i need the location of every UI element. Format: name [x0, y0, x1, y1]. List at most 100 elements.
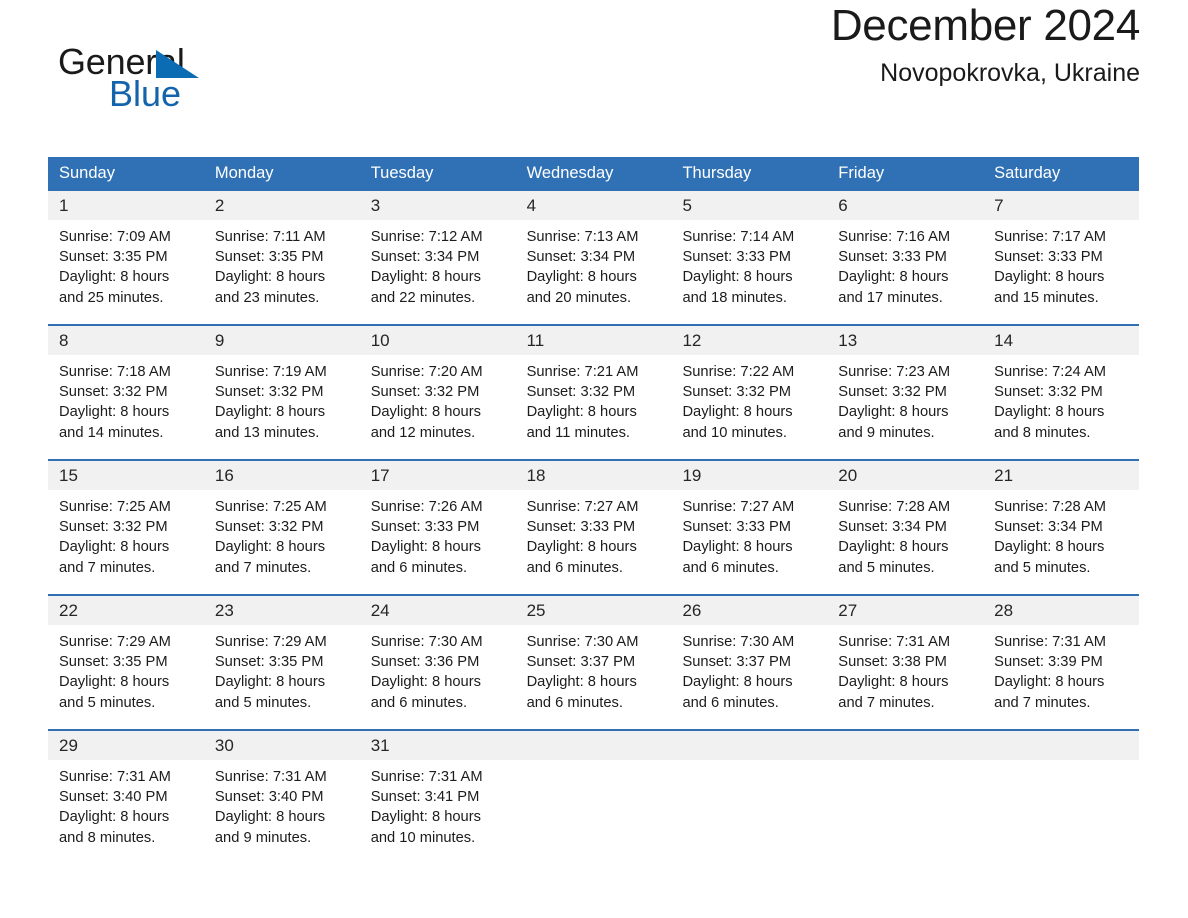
- day-number[interactable]: 26: [671, 596, 827, 625]
- day-cell[interactable]: Sunrise: 7:30 AM Sunset: 3:37 PM Dayligh…: [516, 625, 672, 729]
- day-cell[interactable]: Sunrise: 7:31 AM Sunset: 3:40 PM Dayligh…: [48, 760, 204, 864]
- daylight-text-line1: Daylight: 8 hours: [370, 404, 481, 421]
- daylight-text-line2: and 6 minutes.: [526, 559, 623, 576]
- weekday-header-thursday: Thursday: [682, 164, 752, 182]
- day-number[interactable]: 3: [360, 191, 516, 220]
- day-cell[interactable]: Sunrise: 7:21 AM Sunset: 3:32 PM Dayligh…: [516, 355, 672, 459]
- day-cell[interactable]: Sunrise: 7:16 AM Sunset: 3:33 PM Dayligh…: [827, 220, 983, 324]
- sunset-text: Sunset: 3:32 PM: [838, 384, 947, 401]
- sunset-text: Sunset: 3:35 PM: [59, 654, 168, 671]
- daylight-text-line2: and 5 minutes.: [59, 694, 156, 711]
- sunset-text: Sunset: 3:32 PM: [526, 384, 636, 401]
- weekday-header-sunday: Sunday: [59, 164, 115, 182]
- sunset-text: Sunset: 3:33 PM: [682, 519, 792, 536]
- day-number[interactable]: 7: [983, 191, 1139, 220]
- day-number[interactable]: 6: [827, 191, 983, 220]
- day-number[interactable]: 23: [204, 596, 360, 625]
- sunrise-text: Sunrise: 7:29 AM: [214, 634, 327, 650]
- day-cell[interactable]: Sunrise: 7:12 AM Sunset: 3:34 PM Dayligh…: [360, 220, 516, 324]
- day-cell[interactable]: Sunrise: 7:31 AM Sunset: 3:39 PM Dayligh…: [983, 625, 1139, 729]
- day-cell[interactable]: Sunrise: 7:28 AM Sunset: 3:34 PM Dayligh…: [827, 490, 983, 594]
- day-cell[interactable]: Sunrise: 7:09 AM Sunset: 3:35 PM Dayligh…: [48, 220, 204, 324]
- day-number[interactable]: 10: [360, 326, 516, 355]
- sunrise-text: Sunrise: 7:23 AM: [838, 364, 951, 380]
- day-cell[interactable]: Sunrise: 7:24 AM Sunset: 3:32 PM Dayligh…: [983, 355, 1139, 459]
- day-number[interactable]: 30: [204, 731, 360, 760]
- day-number[interactable]: 16: [204, 461, 360, 490]
- day-number[interactable]: 29: [48, 731, 204, 760]
- sunset-text: Sunset: 3:34 PM: [370, 249, 480, 266]
- day-number[interactable]: 24: [360, 596, 516, 625]
- day-cell[interactable]: Sunrise: 7:17 AM Sunset: 3:33 PM Dayligh…: [983, 220, 1139, 324]
- day-number[interactable]: 11: [516, 326, 672, 355]
- day-number[interactable]: 2: [204, 191, 360, 220]
- day-number[interactable]: 17: [360, 461, 516, 490]
- day-cell[interactable]: Sunrise: 7:30 AM Sunset: 3:37 PM Dayligh…: [671, 625, 827, 729]
- sunset-text: Sunset: 3:35 PM: [59, 249, 168, 266]
- day-cell[interactable]: Sunrise: 7:28 AM Sunset: 3:34 PM Dayligh…: [983, 490, 1139, 594]
- day-cell[interactable]: Sunrise: 7:18 AM Sunset: 3:32 PM Dayligh…: [48, 355, 204, 459]
- daylight-text-line1: Daylight: 8 hours: [526, 404, 637, 421]
- daylight-text-line2: and 22 minutes.: [370, 289, 476, 306]
- day-cell[interactable]: Sunrise: 7:31 AM Sunset: 3:41 PM Dayligh…: [360, 760, 516, 864]
- day-number[interactable]: 14: [983, 326, 1139, 355]
- day-number[interactable]: 25: [516, 596, 672, 625]
- day-cell[interactable]: Sunrise: 7:14 AM Sunset: 3:33 PM Dayligh…: [671, 220, 827, 324]
- day-cell[interactable]: Sunrise: 7:31 AM Sunset: 3:40 PM Dayligh…: [204, 760, 360, 864]
- day-number[interactable]: 15: [48, 461, 204, 490]
- daylight-text-line1: Daylight: 8 hours: [59, 539, 170, 556]
- daylight-text-line2: and 6 minutes.: [682, 559, 779, 576]
- day-cell[interactable]: Sunrise: 7:23 AM Sunset: 3:32 PM Dayligh…: [827, 355, 983, 459]
- day-number[interactable]: 22: [48, 596, 204, 625]
- sunset-text: Sunset: 3:35 PM: [214, 654, 324, 671]
- sunrise-text: Sunrise: 7:26 AM: [370, 499, 483, 515]
- daylight-text-line1: Daylight: 8 hours: [682, 404, 793, 421]
- sunrise-text: Sunrise: 7:29 AM: [59, 634, 171, 650]
- day-cell[interactable]: Sunrise: 7:31 AM Sunset: 3:38 PM Dayligh…: [827, 625, 983, 729]
- weekday-header-friday: Friday: [838, 164, 885, 182]
- day-cell[interactable]: Sunrise: 7:29 AM Sunset: 3:35 PM Dayligh…: [48, 625, 204, 729]
- daylight-text-line2: and 9 minutes.: [838, 424, 935, 441]
- weekday-header-tuesday: Tuesday: [370, 164, 434, 182]
- daylight-text-line1: Daylight: 8 hours: [994, 539, 1105, 556]
- day-cell[interactable]: Sunrise: 7:27 AM Sunset: 3:33 PM Dayligh…: [671, 490, 827, 594]
- day-number[interactable]: 1: [48, 191, 204, 220]
- daylight-text-line2: and 7 minutes.: [838, 694, 935, 711]
- sunset-text: Sunset: 3:33 PM: [994, 249, 1103, 266]
- day-number[interactable]: 27: [827, 596, 983, 625]
- general-blue-logo[interactable]: General Blue: [58, 44, 288, 114]
- day-number[interactable]: 8: [48, 326, 204, 355]
- day-number[interactable]: 28: [983, 596, 1139, 625]
- brand-name-blue: Blue: [109, 73, 182, 114]
- day-cell[interactable]: Sunrise: 7:19 AM Sunset: 3:32 PM Dayligh…: [204, 355, 360, 459]
- day-cell[interactable]: Sunrise: 7:29 AM Sunset: 3:35 PM Dayligh…: [204, 625, 360, 729]
- day-cell[interactable]: Sunrise: 7:25 AM Sunset: 3:32 PM Dayligh…: [48, 490, 204, 594]
- day-cell[interactable]: Sunrise: 7:20 AM Sunset: 3:32 PM Dayligh…: [360, 355, 516, 459]
- day-number[interactable]: 4: [516, 191, 672, 220]
- day-number[interactable]: 5: [671, 191, 827, 220]
- day-cell[interactable]: Sunrise: 7:27 AM Sunset: 3:33 PM Dayligh…: [516, 490, 672, 594]
- daylight-text-line1: Daylight: 8 hours: [526, 539, 637, 556]
- day-cell[interactable]: Sunrise: 7:13 AM Sunset: 3:34 PM Dayligh…: [516, 220, 672, 324]
- sunrise-text: Sunrise: 7:11 AM: [214, 229, 326, 245]
- day-number[interactable]: 19: [671, 461, 827, 490]
- day-cell[interactable]: Sunrise: 7:25 AM Sunset: 3:32 PM Dayligh…: [204, 490, 360, 594]
- day-cell[interactable]: Sunrise: 7:30 AM Sunset: 3:36 PM Dayligh…: [360, 625, 516, 729]
- day-number[interactable]: 18: [516, 461, 672, 490]
- day-number[interactable]: 31: [360, 731, 516, 760]
- day-number[interactable]: 9: [204, 326, 360, 355]
- week-detail-strip: Sunrise: 7:29 AM Sunset: 3:35 PM Dayligh…: [48, 625, 1139, 729]
- location-subtitle: Novopokrovka, Ukraine: [880, 59, 1140, 87]
- day-cell[interactable]: Sunrise: 7:26 AM Sunset: 3:33 PM Dayligh…: [360, 490, 516, 594]
- day-number[interactable]: 21: [983, 461, 1139, 490]
- sunrise-text: Sunrise: 7:17 AM: [994, 229, 1107, 245]
- day-cell[interactable]: Sunrise: 7:11 AM Sunset: 3:35 PM Dayligh…: [204, 220, 360, 324]
- day-number[interactable]: 20: [827, 461, 983, 490]
- day-number[interactable]: 13: [827, 326, 983, 355]
- sunrise-text: Sunrise: 7:16 AM: [838, 229, 951, 245]
- day-number[interactable]: 12: [671, 326, 827, 355]
- sunrise-text: Sunrise: 7:25 AM: [214, 499, 327, 515]
- day-cell[interactable]: Sunrise: 7:22 AM Sunset: 3:32 PM Dayligh…: [671, 355, 827, 459]
- daylight-text-line1: Daylight: 8 hours: [682, 539, 793, 556]
- daylight-text-line2: and 6 minutes.: [526, 694, 623, 711]
